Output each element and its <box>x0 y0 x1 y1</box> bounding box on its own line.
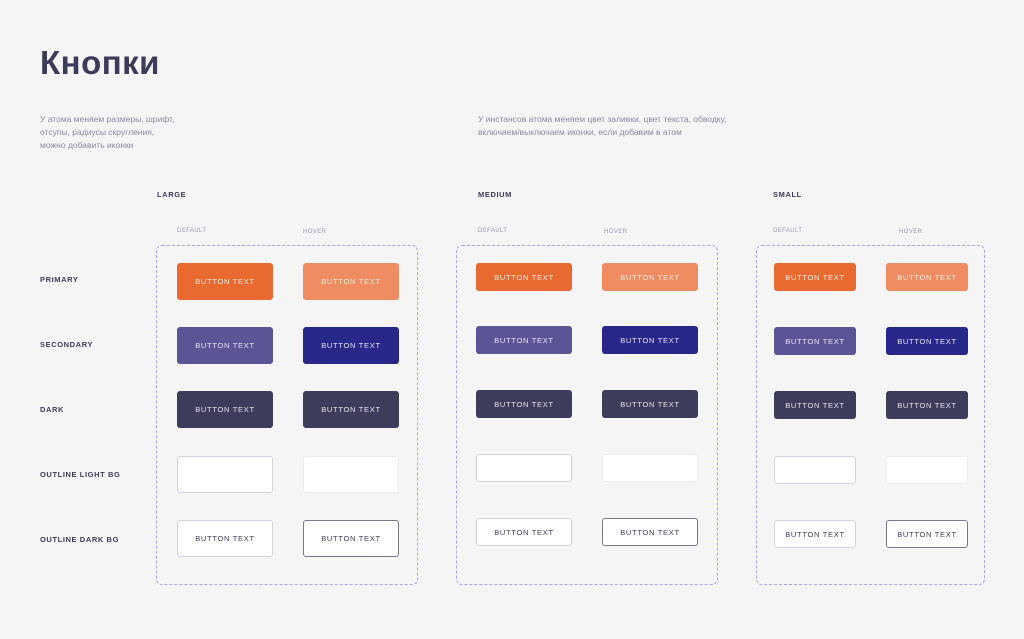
page-title: Кнопки <box>40 44 160 81</box>
large-primary-hover-button[interactable]: BUTTON TEXT <box>303 263 399 300</box>
size-heading-small: SMALL <box>773 190 802 199</box>
state-heading-default: DEFAULT <box>773 228 803 234</box>
size-heading-medium: MEDIUM <box>478 190 513 199</box>
large-outline-light-hover-button[interactable] <box>303 456 399 493</box>
state-heading-default: DEFAULT <box>177 228 207 234</box>
small-dark-hover-button[interactable]: BUTTON TEXT <box>886 391 968 419</box>
small-outline-dark-default-button[interactable]: BUTTON TEXT <box>774 520 856 548</box>
medium-primary-hover-button[interactable]: BUTTON TEXT <box>602 263 698 291</box>
medium-secondary-default-button[interactable]: BUTTON TEXT <box>476 326 572 354</box>
row-label-primary: PRIMARY <box>40 275 79 284</box>
large-outline-light-default-button[interactable] <box>177 456 273 493</box>
small-primary-hover-button[interactable]: BUTTON TEXT <box>886 263 968 291</box>
medium-primary-default-button[interactable]: BUTTON TEXT <box>476 263 572 291</box>
small-primary-default-button[interactable]: BUTTON TEXT <box>774 263 856 291</box>
small-secondary-default-button[interactable]: BUTTON TEXT <box>774 327 856 355</box>
state-heading-default: DEFAULT <box>478 228 508 234</box>
medium-outline-dark-hover-button[interactable]: BUTTON TEXT <box>602 518 698 546</box>
large-outline-dark-default-button[interactable]: BUTTON TEXT <box>177 520 273 557</box>
medium-outline-light-hover-button[interactable] <box>602 454 698 482</box>
small-outline-dark-hover-button[interactable]: BUTTON TEXT <box>886 520 968 548</box>
instance-description: У инстансов атома меняем цвет заливки, ц… <box>478 114 727 137</box>
small-dark-default-button[interactable]: BUTTON TEXT <box>774 391 856 419</box>
small-secondary-hover-button[interactable]: BUTTON TEXT <box>886 327 968 355</box>
size-heading-large: LARGE <box>157 190 187 199</box>
large-outline-dark-hover-button[interactable]: BUTTON TEXT <box>303 520 399 557</box>
state-heading-hover: HOVER <box>303 229 327 235</box>
medium-dark-hover-button[interactable]: BUTTON TEXT <box>602 390 698 418</box>
atom-description: У атома меняем размеры, шрифт, отсупы, р… <box>40 114 175 150</box>
row-label-secondary: SECONDARY <box>40 340 94 349</box>
row-label-outline-dark: OUTLINE DARK BG <box>40 535 119 544</box>
medium-secondary-hover-button[interactable]: BUTTON TEXT <box>602 326 698 354</box>
row-label-outline-light: OUTLINE LIGHT BG <box>40 470 121 479</box>
row-label-dark: DARK <box>40 405 65 414</box>
large-secondary-default-button[interactable]: BUTTON TEXT <box>177 327 273 364</box>
state-heading-hover: HOVER <box>604 229 628 235</box>
large-secondary-hover-button[interactable]: BUTTON TEXT <box>303 327 399 364</box>
medium-outline-dark-default-button[interactable]: BUTTON TEXT <box>476 518 572 546</box>
medium-dark-default-button[interactable]: BUTTON TEXT <box>476 390 572 418</box>
large-dark-hover-button[interactable]: BUTTON TEXT <box>303 391 399 428</box>
medium-outline-light-default-button[interactable] <box>476 454 572 482</box>
state-heading-hover: HOVER <box>899 229 923 235</box>
small-outline-light-default-button[interactable] <box>774 456 856 484</box>
small-outline-light-hover-button[interactable] <box>886 456 968 484</box>
large-dark-default-button[interactable]: BUTTON TEXT <box>177 391 273 428</box>
large-primary-default-button[interactable]: BUTTON TEXT <box>177 263 273 300</box>
